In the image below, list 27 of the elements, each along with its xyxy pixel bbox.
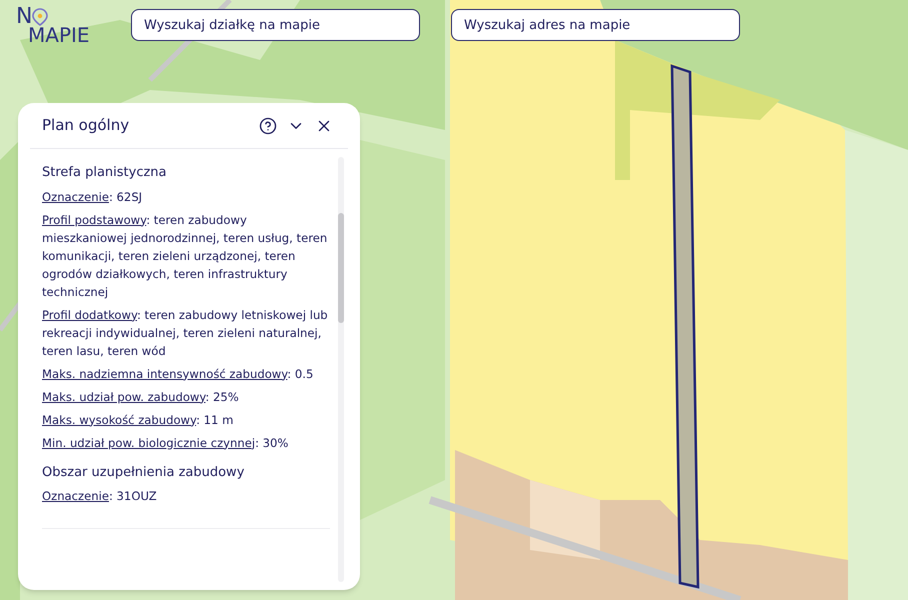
search-field[interactable]: Wyszukaj działkę na mapie bbox=[131, 9, 420, 41]
section-heading: Strefa planistyczna bbox=[42, 164, 168, 182]
search-field[interactable]: Wyszukaj adres na mapie bbox=[451, 9, 740, 41]
help-icon[interactable] bbox=[258, 116, 278, 136]
attribute-text: Profil dodatkowy: teren zabudowy letniskowej lub rekreacji indywidualnej, teren zieleni naturalnej, teren lasu, teren wód bbox=[42, 306, 329, 360]
map-pin-icon bbox=[32, 8, 48, 26]
attribute-link[interactable]: Maks. nadziemna intensywność zabudowy bbox=[42, 366, 288, 380]
scrollbar-thumb[interactable] bbox=[338, 213, 344, 323]
attribute-text: Oznaczenie: 62SJ bbox=[42, 188, 144, 206]
attribute-link[interactable]: Profil dodatkowy bbox=[42, 308, 137, 322]
attribute-link[interactable]: Oznaczenie bbox=[42, 489, 109, 503]
attribute-text: Maks. udział pow. zabudowy: 25% bbox=[42, 388, 240, 406]
attribute-text: Maks. nadziemna intensywność zabudowy: 0.5 bbox=[42, 366, 314, 382]
attribute-link[interactable]: Oznaczenie bbox=[42, 190, 109, 204]
scrollbar[interactable] bbox=[338, 157, 344, 582]
attribute-link[interactable]: Maks. wysokość zabudowy bbox=[42, 412, 196, 426]
attribute-link[interactable]: Min. udział pow. biologicznie czynnej bbox=[42, 436, 256, 450]
attribute-link[interactable]: Maks. udział pow. zabudowy bbox=[42, 390, 206, 404]
section-heading: Obszar uzupełnienia zabudowy bbox=[42, 464, 246, 482]
panel-title: Plan ogólny bbox=[42, 115, 130, 136]
attribute-text: Min. udział pow. biologicznie czynnej: 30% bbox=[42, 434, 290, 452]
attribute-text: Oznaczenie: 31OUZ bbox=[42, 488, 158, 505]
logo-text: N bbox=[16, 6, 32, 28]
attribute-text: Profil podstawowy: teren zabudowy mieszkaniowej jednorodzinnej, teren usług, teren komunikacji, teren zieleni urządzonej, teren ogrodów działkowych, teren infrastruktury technicznej bbox=[42, 212, 328, 300]
logo-text: MAPIE bbox=[27, 25, 90, 45]
attribute-text: Maks. wysokość zabudowy: 11 m bbox=[42, 412, 234, 428]
attribute-link[interactable]: Profil podstawowy bbox=[42, 212, 146, 226]
